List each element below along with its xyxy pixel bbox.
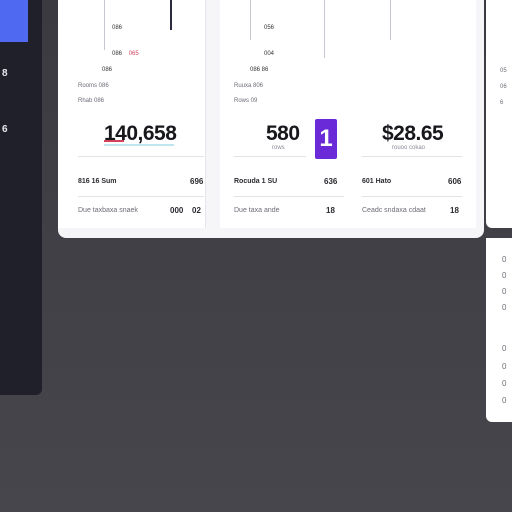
list-item[interactable]: 0 <box>502 271 506 280</box>
metric-card[interactable]: 086 086 065 086 Rooms 086 Rhab 086 140,6… <box>58 0 206 228</box>
metric-value: $28.65 <box>382 122 444 145</box>
row-label: Ceadc sndaxa cdaat <box>362 207 426 214</box>
dashboard-panel: 086 086 065 086 Rooms 086 Rhab 086 140,6… <box>58 0 484 238</box>
row-label: 601 Hato <box>362 178 392 185</box>
mini-label: 086 86 <box>250 67 269 73</box>
divider <box>362 196 462 197</box>
list-item[interactable]: 0 <box>502 344 506 353</box>
metric-card[interactable]: 056 004 086 86 Ruuxa 806 Rows 09 580 row… <box>220 0 350 228</box>
mini-label: 6 <box>500 100 504 106</box>
row-label: 816 16 Sum <box>78 178 117 185</box>
mini-row: Rows 09 <box>234 98 258 104</box>
metric-underline-accent <box>104 140 124 142</box>
sidebar: 8 6 <box>0 0 42 395</box>
divider <box>234 196 344 197</box>
metric-sublabel: rows <box>272 145 285 151</box>
list-item[interactable]: 0 <box>502 362 506 371</box>
chart-line <box>390 0 391 40</box>
chart-line <box>250 0 251 40</box>
list-item[interactable]: 0 <box>502 379 506 388</box>
step-badge[interactable]: 1 <box>315 119 337 159</box>
divider <box>78 156 204 157</box>
chart-line <box>324 0 325 58</box>
row-label: Due taxbaxa snaek <box>78 207 138 214</box>
chart-line <box>104 0 105 50</box>
right-list: 0 0 0 0 0 0 0 0 <box>486 238 512 422</box>
sidebar-accent[interactable] <box>0 0 28 42</box>
divider <box>362 156 462 157</box>
mini-row: Ruuxa 806 <box>234 83 264 89</box>
mini-row: Rhab 086 <box>78 98 105 104</box>
mini-row: Rooms 086 <box>78 83 109 89</box>
chart-line <box>170 0 172 30</box>
mini-label: 004 <box>264 51 275 57</box>
row-value: 636 <box>324 177 338 186</box>
row-value: 02 <box>192 206 201 215</box>
mini-label: 086 <box>112 51 123 57</box>
list-item[interactable]: 0 <box>502 287 506 296</box>
sidebar-count: 8 <box>2 68 8 79</box>
mini-label: 06 <box>500 84 507 90</box>
mini-label: 05 <box>500 68 507 74</box>
row-value: 18 <box>450 206 459 215</box>
row-value: 000 <box>170 206 184 215</box>
mini-label: 056 <box>264 25 275 31</box>
metric-underline <box>104 144 174 146</box>
sidebar-count: 6 <box>2 124 8 135</box>
metric-value: 580 <box>266 122 300 145</box>
row-value: 18 <box>326 206 335 215</box>
row-value: 696 <box>190 177 204 186</box>
mini-label: 086 <box>112 25 123 31</box>
list-item[interactable]: 0 <box>502 255 506 264</box>
divider <box>78 196 204 197</box>
metric-sublabel: rouoo cokao <box>392 145 426 151</box>
list-item[interactable]: 0 <box>502 396 506 405</box>
row-label: Rocuda 1 SU <box>234 178 278 185</box>
mini-label: 086 <box>102 67 113 73</box>
metric-value: 140,658 <box>104 122 177 145</box>
list-item[interactable]: 0 <box>502 303 506 312</box>
metric-card[interactable]: $28.65 rouoo cokao 601 Hato 606 Ceadc sn… <box>348 0 476 228</box>
divider <box>234 156 306 157</box>
row-label: Due taxa ande <box>234 207 280 214</box>
right-panel: 05 06 6 <box>486 0 512 228</box>
mini-label: 065 <box>128 51 139 57</box>
row-value: 606 <box>448 177 462 186</box>
